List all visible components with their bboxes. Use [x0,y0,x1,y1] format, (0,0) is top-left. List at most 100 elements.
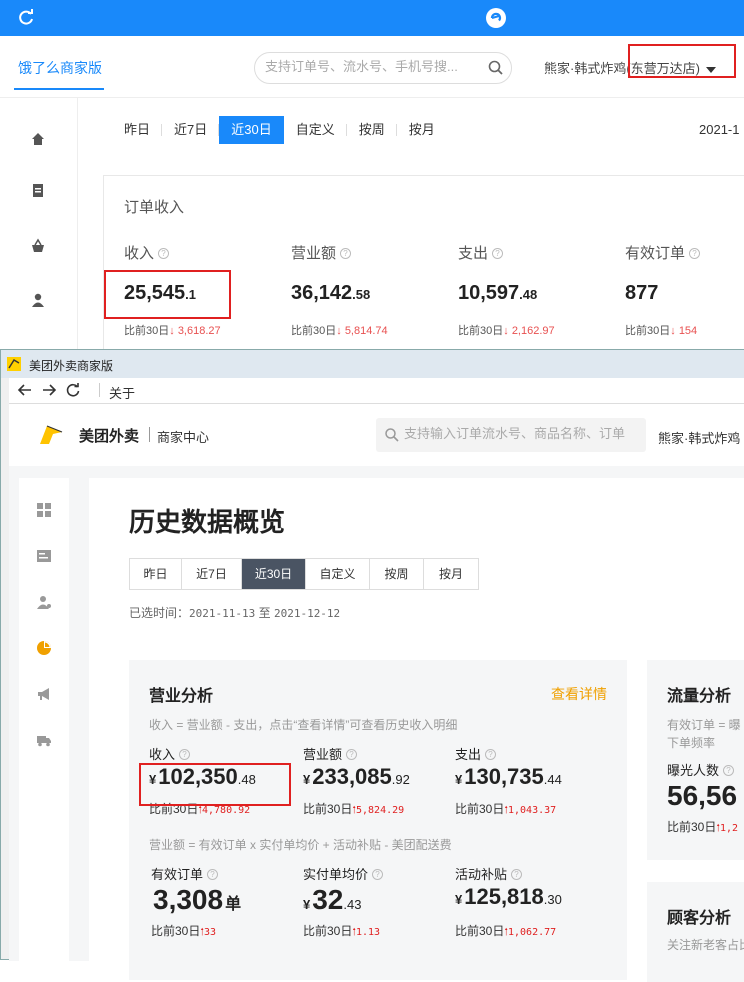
metric-value: ¥233,085.92 [303,764,410,789]
meituan-window: 美团外卖商家版 关于 美团外卖 商家中心 支持输入订单流水号、商品名称、订单 熊… [0,349,744,982]
metric-label: 活动补贴 [455,867,508,882]
meituan-search-input[interactable] [404,426,640,441]
metric-label: 支出 [455,747,482,762]
metric-compare: 比前30日🠑1,2 [667,820,739,834]
metric-compare: 比前30日🠑5,824.29 [303,802,405,816]
tab-yesterday[interactable]: 昨日 [112,116,163,144]
meituan-date-tabs: 昨日 近7日 近30日 自定义 按周 按月 [129,558,479,590]
meituan-logo-icon [37,420,65,448]
arrow-down-icon: ↓ [169,325,175,337]
eleme-brand[interactable]: 饿了么商家版 [18,58,102,78]
metric-value: ¥32.43 [303,884,362,915]
back-arrow-icon[interactable] [17,382,33,398]
home-icon[interactable] [30,131,46,147]
help-icon[interactable]: ? [179,749,191,761]
arrow-down-icon: ↓ [503,325,509,337]
tab-by-month[interactable]: 按月 [397,116,447,144]
delivery-truck-icon[interactable] [36,732,52,748]
meituan-search-box[interactable] [376,418,646,452]
view-details-link[interactable]: 查看详情 [551,684,607,704]
help-icon[interactable]: ? [207,869,219,881]
window-titlebar: 美团外卖商家版 [1,350,744,378]
metric-income: 收入? ¥102,350.48 比前30日🠑4,780.92 [149,744,256,816]
shopping-basket-icon[interactable] [30,238,46,254]
metric-label: 实付单均价 [303,867,369,882]
tab-yesterday[interactable]: 昨日 [130,559,182,589]
metric-exposure: 曝光人数? 56,56 比前30日🠑1,2 [667,760,738,834]
help-icon[interactable]: ? [723,765,735,777]
brand-divider [149,427,150,442]
tab-custom[interactable]: 自定义 [284,116,347,144]
tab-by-week[interactable]: 按周 [347,116,397,144]
metric-subsidy: 活动补贴? ¥125,818.30 比前30日🠑1,062.77 [455,864,562,938]
metric-label: 营业额 [303,747,343,762]
shop-name: 熊家·韩式炸鸡 [544,61,627,76]
customer-icon[interactable] [36,594,52,610]
tab-30days[interactable]: 近30日 [219,116,284,144]
metric-value: 10,597.48 [458,282,538,304]
brand-subtitle: 商家中心 [157,430,210,445]
meituan-shop-name[interactable]: 熊家·韩式炸鸡 [658,428,740,447]
help-icon[interactable]: ? [485,749,497,761]
tab-7days[interactable]: 近7日 [162,116,220,144]
browser-navbar: 关于 [9,378,744,404]
metric-valid-orders: 有效订单? 877 比前30日↓ 154 [625,242,701,337]
card-title: 营业分析 [149,688,214,705]
tab-by-week[interactable]: 按周 [370,559,424,589]
refresh-icon[interactable] [16,8,36,28]
income-highlight-box [139,763,291,806]
help-icon[interactable]: ? [689,248,701,260]
metric-label: 营业额 [291,245,337,262]
metric-compare: 比前30日↓ 154 [625,325,698,337]
eleme-search-input[interactable] [265,59,487,74]
customer-analysis-card: 顾客分析 关注新老客占比 [647,882,744,982]
search-icon[interactable] [384,427,400,443]
forward-arrow-icon[interactable] [41,382,57,398]
dashboard-icon[interactable] [36,502,52,518]
search-icon[interactable] [487,59,505,77]
metric-value: 877 [625,282,659,304]
metric-label: 有效订单 [625,245,686,262]
meituan-main: 历史数据概览 昨日 近7日 近30日 自定义 按周 按月 已选时间：2021-1… [89,478,744,982]
selected-date-range: 已选时间：2021-11-13 至 2021-12-12 [129,606,341,620]
metric-label: 曝光人数 [667,763,720,778]
help-icon[interactable]: ? [372,869,384,881]
card-description-line2: 下单频率 [667,736,716,750]
window-title: 美团外卖商家版 [29,359,114,373]
metric-expense: 支出? 10,597.48 比前30日↓ 2,162.97 [458,242,555,337]
user-icon[interactable] [30,292,46,308]
about-link[interactable]: 关于 [109,383,135,402]
business-analysis-card: 营业分析 查看详情 收入 = 营业额 - 支出，点击“查看详情”可查看历史收入明… [129,660,627,980]
order-list-icon[interactable] [36,548,52,564]
metric-label: 收入 [124,245,155,262]
metric-compare: 比前30日↓ 2,162.97 [458,325,555,337]
income-highlight-box [104,270,231,319]
brand-underline [14,88,104,90]
eleme-topbar [0,0,744,36]
meituan-page: 美团外卖 商家中心 熊家·韩式炸鸡 [9,404,744,982]
help-icon[interactable]: ? [511,869,523,881]
help-icon[interactable]: ? [158,248,170,260]
eleme-search-box[interactable] [254,52,512,84]
tab-7days[interactable]: 近7日 [182,559,242,589]
metric-label: 有效订单 [151,867,204,882]
help-icon[interactable]: ? [340,248,352,260]
meituan-header: 美团外卖 商家中心 熊家·韩式炸鸡 [9,404,744,466]
help-icon[interactable]: ? [492,248,504,260]
reload-icon[interactable] [65,382,81,398]
nav-divider [99,383,100,397]
metric-value: 56,56 [667,780,738,811]
eleme-logo-icon [486,8,506,28]
clipboard-icon[interactable] [30,182,46,198]
pie-chart-icon[interactable] [36,640,52,656]
megaphone-icon[interactable] [36,686,52,702]
metric-value: ¥125,818.30 [455,884,562,909]
arrow-down-icon: ↓ [336,325,342,337]
metric-expense: 支出? ¥130,735.44 比前30日🠑1,043.37 [455,744,562,816]
tab-by-month[interactable]: 按月 [424,559,478,589]
tab-custom[interactable]: 自定义 [306,559,370,589]
card-formula: 营业额 = 有效订单 x 实付单均价 + 活动补贴 - 美团配送费 [149,838,452,852]
arrow-down-icon: ↓ [670,325,676,337]
help-icon[interactable]: ? [346,749,358,761]
tab-30days[interactable]: 近30日 [242,559,306,589]
